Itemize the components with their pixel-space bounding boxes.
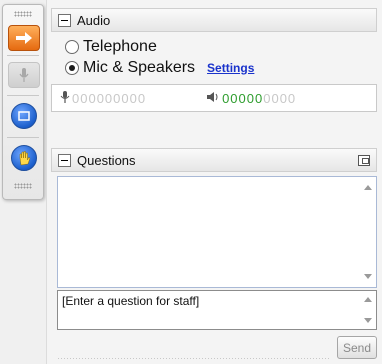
question-input-scrollbar[interactable] — [361, 291, 376, 329]
speaker-level-lit: 00000 — [222, 90, 264, 106]
microphone-icon — [19, 68, 29, 82]
toolbar-divider — [7, 55, 39, 56]
popout-icon[interactable] — [358, 154, 370, 166]
raise-hand-button[interactable] — [11, 145, 37, 171]
audio-level-meters: 000000000 00000 0000 — [51, 84, 377, 112]
panel-divider — [57, 358, 331, 359]
arrow-right-icon — [16, 32, 32, 44]
questions-title: Questions — [77, 152, 136, 168]
microphone-icon — [60, 90, 70, 107]
toolbar-divider — [7, 95, 39, 96]
questions-scrollbar[interactable] — [361, 177, 376, 287]
toolbar-grip-top[interactable] — [14, 11, 32, 17]
speaker-level-unlit: 0000 — [263, 90, 297, 106]
question-input[interactable]: [Enter a question for staff] — [57, 290, 377, 330]
questions-collapse-button[interactable] — [58, 153, 71, 167]
questions-section-header: Questions — [51, 148, 377, 172]
raise-hand-icon — [19, 151, 31, 166]
speaker-icon — [206, 91, 220, 106]
question-input-placeholder: [Enter a question for staff] — [62, 294, 200, 308]
share-screen-button[interactable] — [11, 103, 37, 129]
mic-speakers-option[interactable]: Mic & Speakers Settings — [51, 57, 377, 78]
audio-settings-link[interactable]: Settings — [207, 61, 254, 75]
control-panel: Audio Telephone Mic & Speakers Settings … — [46, 0, 382, 364]
toolbar-divider — [7, 137, 39, 138]
mic-speakers-radio[interactable] — [65, 60, 79, 75]
scroll-up-icon[interactable] — [364, 297, 372, 302]
telephone-option[interactable]: Telephone — [51, 36, 377, 57]
telephone-radio[interactable] — [65, 39, 79, 54]
mic-level-meter: 000000000 — [72, 90, 147, 106]
mic-speakers-label: Mic & Speakers — [83, 58, 196, 76]
scroll-down-icon[interactable] — [364, 318, 372, 323]
scroll-up-icon[interactable] — [364, 185, 372, 190]
telephone-label: Telephone — [83, 37, 157, 55]
control-toolbar — [2, 4, 44, 200]
questions-log[interactable] — [57, 176, 377, 288]
toolbar-grip-bottom[interactable] — [14, 183, 32, 189]
send-button[interactable]: Send — [337, 336, 377, 359]
screen-icon — [18, 111, 30, 121]
scroll-down-icon[interactable] — [364, 274, 372, 279]
collapse-panel-button[interactable] — [8, 25, 40, 51]
audio-options: Telephone Mic & Speakers Settings — [51, 24, 377, 78]
microphone-button[interactable] — [8, 62, 40, 88]
